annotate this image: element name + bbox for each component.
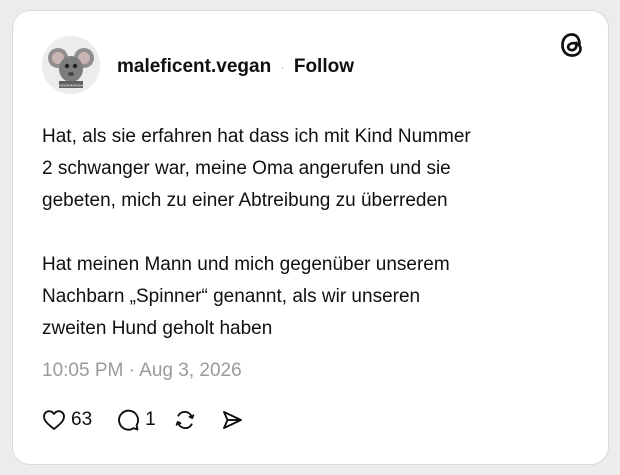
share-button[interactable]	[220, 408, 244, 432]
speech-bubble-icon	[118, 409, 140, 431]
post-paragraph: Hat meinen Mann und mich gegenüber unser…	[42, 254, 450, 339]
separator-dot: ·	[280, 59, 285, 75]
avatar[interactable]: leckerleckerlecker	[42, 36, 100, 94]
post-card: leckerleckerlecker maleficent.vegan · Fo…	[12, 10, 609, 465]
repost-button[interactable]	[173, 408, 197, 432]
like-button[interactable]: 63	[42, 409, 92, 431]
reply-button[interactable]: 1	[116, 408, 156, 432]
send-icon	[222, 411, 242, 429]
post-timestamp[interactable]: 10:05 PM · Aug 3, 2026	[42, 360, 242, 382]
repost-icon	[175, 411, 194, 429]
avatar-caption: leckerleckerlecker	[58, 84, 84, 88]
post-body: Hat, als sie erfahren hat dass ich mit K…	[42, 121, 582, 345]
post-paragraph: Hat, als sie erfahren hat dass ich mit K…	[42, 126, 471, 211]
action-bar: 63 1	[42, 407, 244, 433]
post-header: maleficent.vegan · Follow	[117, 55, 354, 79]
username[interactable]: maleficent.vegan	[117, 56, 271, 78]
heart-icon	[43, 410, 65, 430]
mouse-avatar-image: leckerleckerlecker	[42, 36, 100, 94]
like-count: 63	[71, 409, 93, 430]
follow-button[interactable]: Follow	[294, 56, 354, 78]
threads-logo-icon[interactable]	[557, 30, 587, 60]
reply-count: 1	[145, 409, 156, 430]
